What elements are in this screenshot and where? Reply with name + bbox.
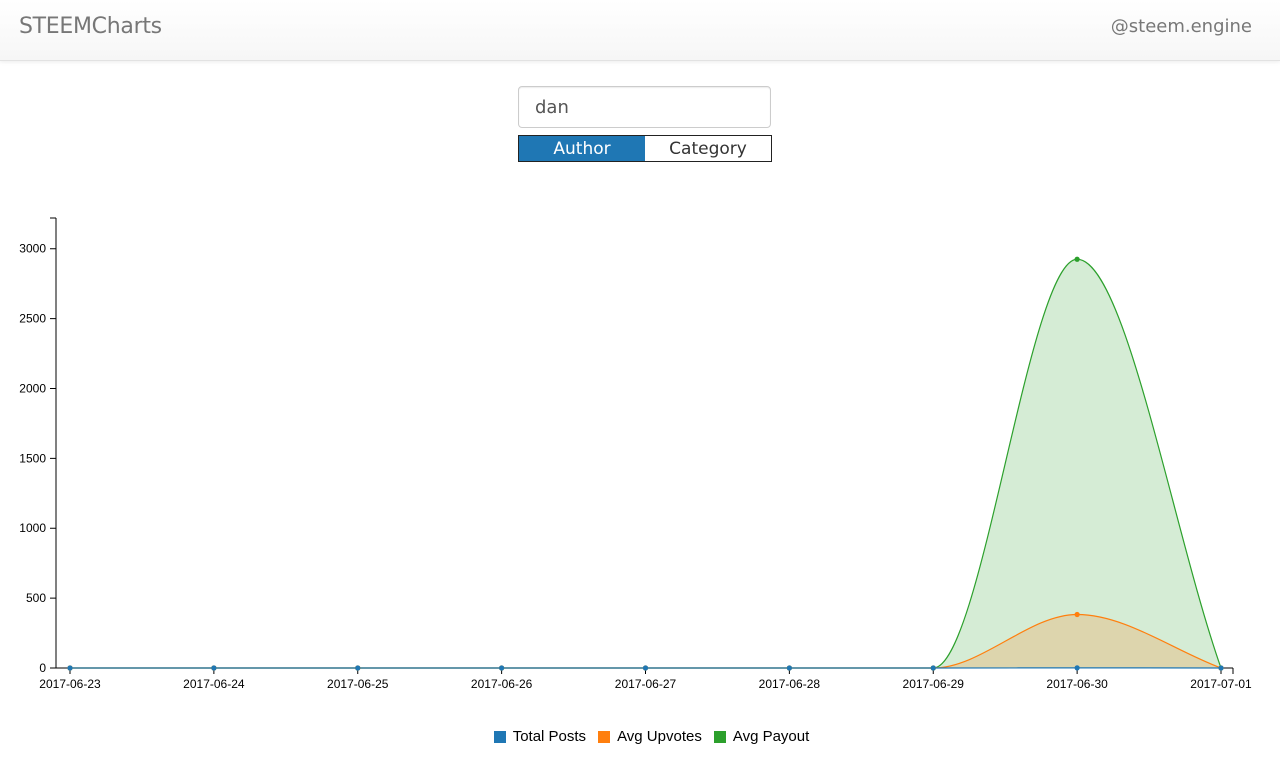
y-axis: 0 500 1000 1500 2000 2500 3000 xyxy=(19,217,57,675)
total-posts-point[interactable] xyxy=(355,665,361,671)
area-chart: 050010001500200025003000 2017-06-23 2017-… xyxy=(19,217,1252,691)
category-toggle-button[interactable]: Category xyxy=(645,136,771,161)
total-posts-point[interactable] xyxy=(211,665,217,671)
x-axis: 2017-06-23 2017-06-24 2017-06-25 2017-06-26… xyxy=(39,667,1252,691)
legend-item-avg-upvotes[interactable]: Avg Upvotes xyxy=(598,728,702,745)
total-posts-point[interactable] xyxy=(499,665,505,671)
y-tick-label: 3000 xyxy=(19,242,46,256)
y-tick-label: 2500 xyxy=(19,312,46,326)
total-posts-point[interactable] xyxy=(642,665,649,671)
legend-label: Total Posts xyxy=(512,728,587,745)
brand-logo[interactable]: STEEMCharts xyxy=(19,14,162,39)
legend-item-avg-payout[interactable]: Avg Payout xyxy=(713,728,810,745)
y-tick-label: 0 xyxy=(39,661,46,675)
steem-engine-link[interactable]: @steem.engine xyxy=(1111,16,1252,37)
x-tick-label: 2017-06-29 xyxy=(903,677,965,691)
avg-payout-area xyxy=(70,259,1221,668)
x-tick-label: 2017-06-24 xyxy=(183,677,245,691)
y-tick-label: 1000 xyxy=(19,521,46,535)
y-tick-label: 500 xyxy=(26,591,46,605)
search-type-toggle: Author Category xyxy=(518,135,772,162)
avg-upvotes-area xyxy=(70,614,1221,668)
legend-swatch xyxy=(713,730,726,743)
x-tick-label: 2017-06-25 xyxy=(327,677,389,691)
avg-upvotes-point[interactable] xyxy=(1074,611,1080,618)
legend-label: Avg Payout xyxy=(732,728,810,745)
legend-label: Avg Upvotes xyxy=(617,728,702,745)
legend-item-total-posts[interactable]: Total Posts xyxy=(493,728,587,745)
x-tick-label: 2017-06-28 xyxy=(759,677,821,691)
author-toggle-button[interactable]: Author xyxy=(519,136,645,161)
y-tick-label: 1500 xyxy=(19,451,46,465)
total-posts-point[interactable] xyxy=(786,665,792,671)
legend-swatch xyxy=(493,730,506,743)
total-posts-point[interactable] xyxy=(1074,665,1080,671)
total-posts-point[interactable] xyxy=(1218,665,1224,671)
legend-swatch xyxy=(598,730,611,743)
search-input[interactable] xyxy=(518,86,771,128)
chart-areas xyxy=(70,258,1222,669)
total-posts-point[interactable] xyxy=(930,665,936,671)
chart-legend: Total Posts Avg Upvotes Avg Payout xyxy=(0,728,1280,745)
avg-payout-point[interactable] xyxy=(1074,256,1080,262)
x-tick-label: 2017-06-23 xyxy=(39,677,101,691)
x-tick-label: 2017-06-26 xyxy=(471,677,533,691)
x-tick-label: 2017-06-30 xyxy=(1046,677,1108,691)
y-tick-label: 2000 xyxy=(19,381,46,395)
navbar: STEEMCharts @steem.engine xyxy=(0,0,1280,61)
x-tick-label: 2017-07-01 xyxy=(1190,677,1252,691)
total-posts-point[interactable] xyxy=(67,665,73,671)
x-tick-label: 2017-06-27 xyxy=(615,677,677,691)
